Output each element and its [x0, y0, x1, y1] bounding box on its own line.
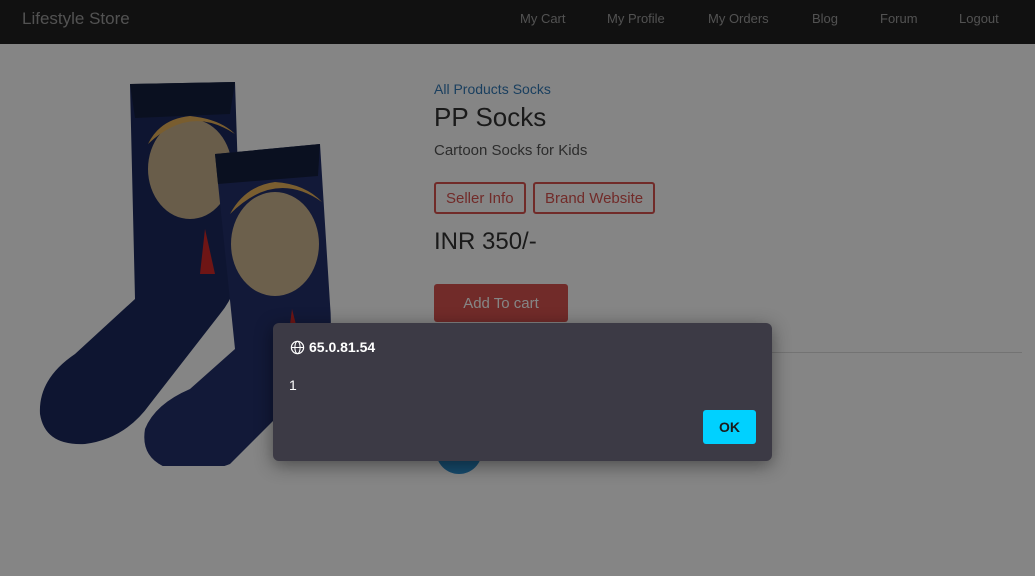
dialog-origin-text: 65.0.81.54: [309, 339, 376, 355]
globe-icon: [290, 340, 305, 354]
ok-button[interactable]: OK: [703, 410, 756, 444]
modal-backdrop: [0, 0, 1035, 576]
dialog-message: 1: [289, 377, 297, 393]
alert-dialog: 65.0.81.54 1 OK: [273, 323, 772, 461]
dialog-origin: 65.0.81.54: [290, 339, 375, 355]
